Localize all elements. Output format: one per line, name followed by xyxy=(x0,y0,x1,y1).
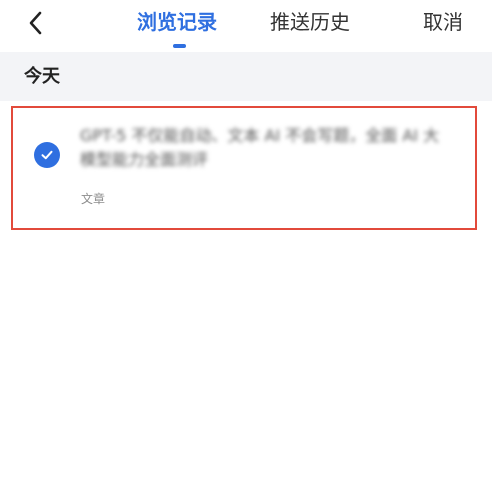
checkmark-icon xyxy=(41,150,53,160)
back-button[interactable] xyxy=(22,8,54,40)
item-type-label: 文章 xyxy=(81,192,106,206)
top-navigation-bar: 浏览记录 推送历史 取消 xyxy=(0,0,492,52)
list-item[interactable]: GPT-5 不仅能自动、文本 AI 不会写题，全面 AI 大模型能力全面测评 文… xyxy=(11,106,477,230)
active-tab-indicator xyxy=(173,44,186,48)
date-section-header: 今天 xyxy=(0,52,492,101)
tab-push-history[interactable]: 推送历史 xyxy=(270,8,350,36)
section-title-today: 今天 xyxy=(24,66,60,87)
chevron-left-icon xyxy=(29,11,42,35)
item-title: GPT-5 不仅能自动、文本 AI 不会写题，全面 AI 大模型能力全面测评 xyxy=(80,126,440,169)
tab-browsing-history[interactable]: 浏览记录 xyxy=(137,8,217,36)
selected-checkbox[interactable] xyxy=(34,142,60,168)
cancel-button[interactable]: 取消 xyxy=(423,8,463,36)
